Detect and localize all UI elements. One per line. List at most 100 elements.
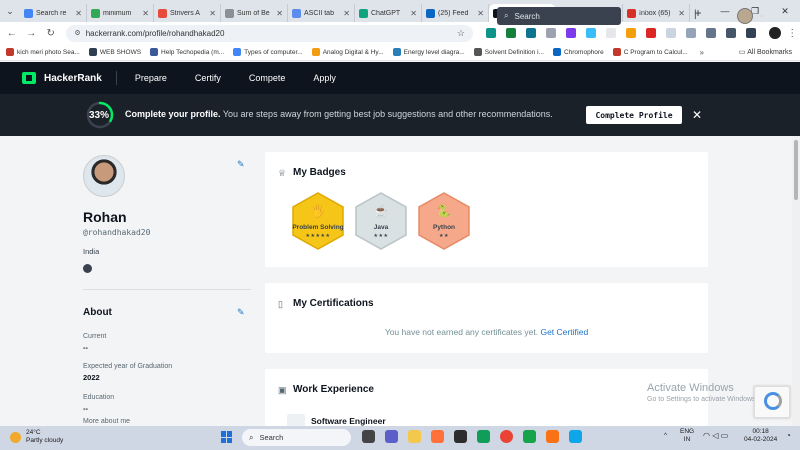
nav-certify[interactable]: Certify <box>195 73 221 83</box>
apps-grid-icon[interactable]: ⋮⋮ <box>710 9 730 20</box>
badge-python[interactable]: 🐍 Python ★★ <box>417 192 471 250</box>
app-icon[interactable] <box>569 430 582 443</box>
back-button[interactable]: ← <box>4 25 19 41</box>
vlc-icon[interactable] <box>546 430 559 443</box>
more-bookmarks-icon[interactable]: » <box>700 48 704 57</box>
badge-java[interactable]: ☕ Java ★★★ <box>354 192 408 250</box>
edit-profile-icon[interactable]: ✎ <box>237 159 245 170</box>
field-label-education: Education <box>83 394 115 401</box>
edit-about-icon[interactable]: ✎ <box>237 307 245 318</box>
extension-icon[interactable] <box>565 28 576 38</box>
taskbar-search[interactable]: ⌕ Search <box>242 429 351 446</box>
extension-icon[interactable] <box>485 28 496 38</box>
firefox-icon[interactable] <box>431 430 444 443</box>
complete-profile-button[interactable]: Complete Profile <box>586 106 682 124</box>
extension-icon[interactable] <box>505 28 516 38</box>
clock[interactable]: 00:18 04-02-2024 <box>744 428 777 444</box>
browser-tab[interactable]: Sum of Be ✕ <box>221 4 288 22</box>
extension-icon[interactable] <box>665 28 676 38</box>
badge-name: Problem Solving <box>292 224 344 231</box>
close-window-button[interactable]: ✕ <box>770 0 800 22</box>
tab-search-dropdown[interactable]: ⌄ <box>0 0 20 22</box>
bookmark-item[interactable]: kich meri photo Sea... <box>6 48 80 56</box>
bookmark-item[interactable]: Chromophore <box>552 48 604 56</box>
new-tab-button[interactable]: + <box>690 4 706 22</box>
browser-menu-icon[interactable]: ⋮ <box>785 25 800 41</box>
tab-close-icon[interactable]: ✕ <box>142 9 149 18</box>
extension-icon[interactable] <box>625 28 636 38</box>
bookmark-item[interactable]: C Program to Calcul... <box>612 48 688 56</box>
bookmark-item[interactable]: Solvent Definition i... <box>473 48 544 56</box>
site-search-input[interactable]: ⌕ Search <box>497 7 621 25</box>
extension-icon[interactable] <box>525 28 536 38</box>
browser-tab[interactable]: minimum ✕ <box>87 4 154 22</box>
tab-close-icon[interactable]: ✕ <box>209 9 216 18</box>
wifi-volume-battery-icons[interactable]: ◠ ◁ ▭ <box>703 432 728 440</box>
forward-button[interactable]: → <box>23 25 38 41</box>
browser-tab[interactable]: Strivers A ✕ <box>154 4 221 22</box>
github-icon[interactable] <box>83 264 92 273</box>
hackerrank-logo[interactable]: HackerRank <box>22 72 102 84</box>
clock-time: 00:18 <box>752 428 769 435</box>
extension-icon[interactable] <box>645 28 656 38</box>
extension-icon[interactable] <box>585 28 596 38</box>
close-icon[interactable]: ✕ <box>692 108 702 122</box>
bookmark-item[interactable]: Energy level diagra... <box>392 48 465 56</box>
user-avatar[interactable] <box>737 8 753 24</box>
browser-tab[interactable]: (25) Feed ✕ <box>422 4 489 22</box>
windows-start-icon[interactable] <box>221 431 233 443</box>
extension-icon[interactable] <box>545 28 556 38</box>
language-indicator[interactable]: ENG IN <box>680 428 694 444</box>
tray-chevron-icon[interactable]: ^ <box>664 432 667 440</box>
app-icon[interactable] <box>523 430 536 443</box>
notifications-bell-icon[interactable]: 🔔︎ <box>668 9 681 20</box>
extension-icon[interactable] <box>605 28 616 38</box>
bookmark-item[interactable]: Help Techopedia (m... <box>150 48 224 56</box>
notification-center-icon[interactable]: ◔ <box>786 432 791 440</box>
side-panel-icon[interactable] <box>745 28 756 38</box>
browser-tab[interactable]: Search re ✕ <box>20 4 87 22</box>
site-info-icon[interactable]: ⚙ <box>74 29 80 37</box>
messages-icon[interactable]: ▢ <box>638 9 647 20</box>
badge-symbol-icon: 🐍 <box>436 204 452 218</box>
teams-icon[interactable] <box>385 430 398 443</box>
browser-profile-avatar[interactable] <box>768 27 781 39</box>
weather-widget[interactable]: 24°C Partly cloudy <box>10 429 63 445</box>
file-explorer-icon[interactable] <box>408 430 421 443</box>
tab-close-icon[interactable]: ✕ <box>343 9 350 18</box>
task-view-icon[interactable] <box>362 430 375 443</box>
chrome-icon[interactable] <box>500 430 513 443</box>
bookmark-item[interactable]: Types of computer... <box>233 48 303 56</box>
badges-card: ♕ My Badges 🖐 Problem Solving ★★★★★ ☕ Java ★★… <box>265 152 708 267</box>
bookmark-item[interactable]: WEB SHOWS <box>88 48 141 56</box>
get-certified-link[interactable]: Get Certified <box>540 327 588 337</box>
banner-message: Complete your profile. You are steps awa… <box>125 109 553 119</box>
browser-tab[interactable]: ASCII tab ✕ <box>288 4 355 22</box>
section-divider <box>83 289 251 290</box>
bookmark-star-icon[interactable]: ☆ <box>457 28 465 39</box>
tab-close-icon[interactable]: ✕ <box>276 9 283 18</box>
puzzle-icon[interactable] <box>705 28 716 38</box>
app-icon[interactable] <box>454 430 467 443</box>
all-bookmarks-button[interactable]: ▭ All Bookmarks <box>739 48 792 57</box>
url-input[interactable]: ⚙ hackerrank.com/profile/rohandhakad20 ☆ <box>66 24 473 42</box>
nav-prepare[interactable]: Prepare <box>135 73 167 83</box>
nav-compete[interactable]: Compete <box>249 73 286 83</box>
scrollbar-thumb[interactable] <box>794 140 798 200</box>
badge-problem-solving[interactable]: 🖐 Problem Solving ★★★★★ <box>291 192 345 250</box>
tab-close-icon[interactable]: ✕ <box>477 9 484 18</box>
badge-symbol-icon: 🖐 <box>310 204 326 218</box>
tab-close-icon[interactable]: ✕ <box>75 9 82 18</box>
field-value-education: -- <box>83 404 88 413</box>
reload-button[interactable]: ↻ <box>43 25 58 41</box>
tab-close-icon[interactable]: ✕ <box>410 9 417 18</box>
recaptcha-badge[interactable] <box>754 386 790 418</box>
nav-apply[interactable]: Apply <box>313 73 336 83</box>
download-icon[interactable] <box>725 28 736 38</box>
bookmark-item[interactable]: Analog Digital & Hy... <box>311 48 384 56</box>
browser-tab[interactable]: ChatGPT ✕ <box>355 4 422 22</box>
badge-symbol-icon: ☕ <box>373 204 389 218</box>
extension-icon[interactable] <box>685 28 696 38</box>
edge-icon[interactable] <box>477 430 490 443</box>
chevron-down-icon[interactable]: ⌄ <box>759 11 765 19</box>
